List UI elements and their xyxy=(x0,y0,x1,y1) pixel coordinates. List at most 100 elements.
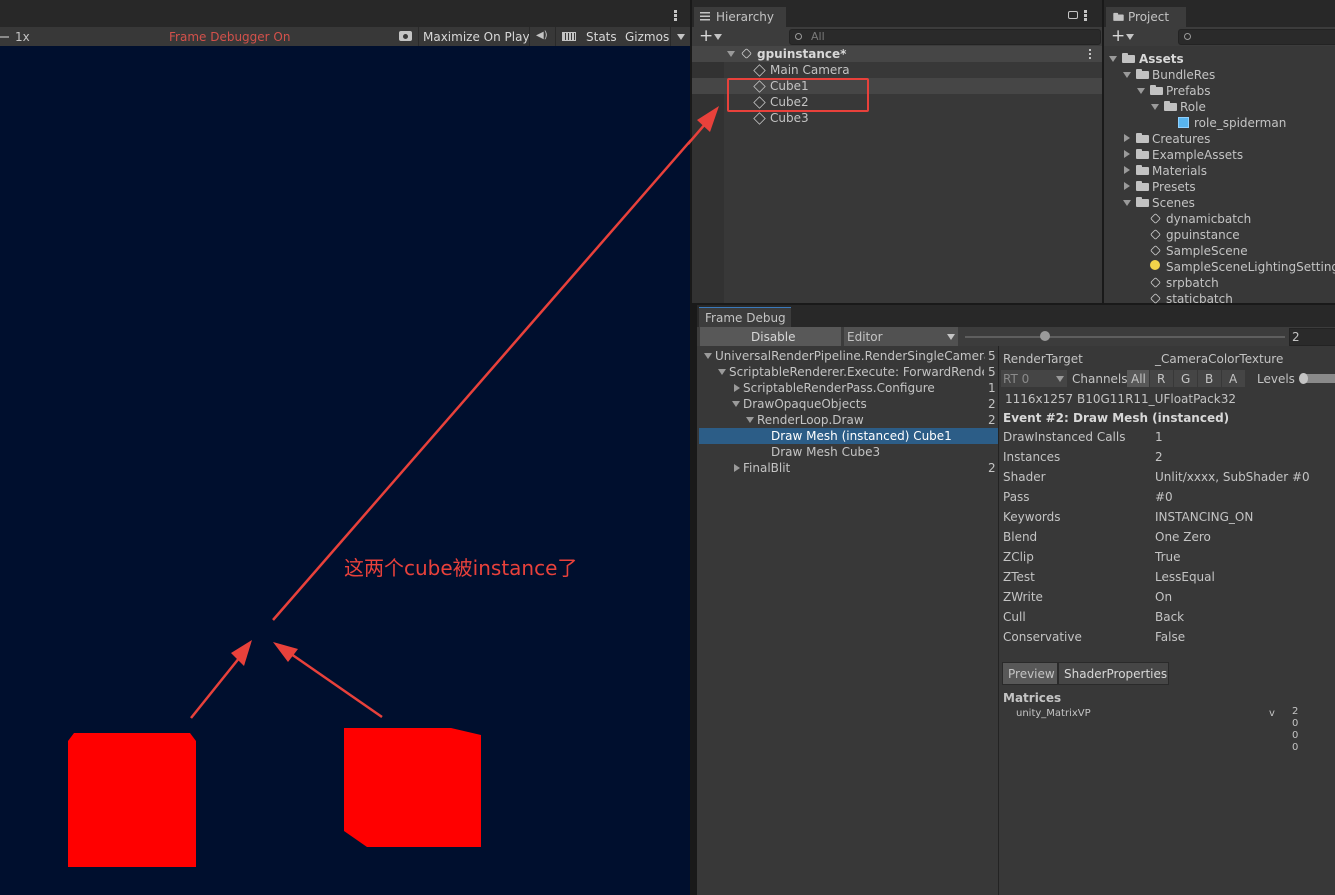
folder-icon xyxy=(1113,12,1124,21)
prop-value: LessEqual xyxy=(1155,570,1215,584)
expand-icon[interactable] xyxy=(1109,56,1117,62)
project-item-dynamicbatch[interactable]: dynamicbatch xyxy=(1166,211,1251,227)
project-item-gpuinstance[interactable]: gpuinstance xyxy=(1166,227,1240,243)
expand-icon[interactable] xyxy=(746,417,754,423)
collapse-icon[interactable] xyxy=(1124,134,1130,142)
event-number-field[interactable]: 2 xyxy=(1289,328,1335,346)
scene-name: gpuinstance* xyxy=(757,47,847,61)
shader-properties-tab[interactable]: ShaderProperties xyxy=(1058,662,1169,685)
add-plus-icon[interactable]: + xyxy=(699,27,713,45)
channel-all-toggle[interactable]: All xyxy=(1127,370,1149,387)
event-count: 5 xyxy=(988,349,996,363)
gizmos-toggle[interactable]: Gizmos xyxy=(625,29,669,45)
screenshot-camera-icon[interactable] xyxy=(399,31,412,41)
event-row[interactable]: ScriptableRenderPass.Configure 1 xyxy=(699,380,998,396)
folder-icon xyxy=(1136,197,1149,207)
collapse-icon[interactable] xyxy=(1124,182,1130,190)
hierarchy-item-main-camera[interactable]: Main Camera xyxy=(692,62,1102,78)
prop-value: False xyxy=(1155,630,1186,644)
channel-g-toggle[interactable]: G xyxy=(1174,370,1197,387)
project-item-prefabs[interactable]: Prefabs xyxy=(1166,83,1211,99)
expand-icon[interactable] xyxy=(1123,72,1131,78)
collapse-icon[interactable] xyxy=(734,384,740,392)
hierarchy-more-icon[interactable] xyxy=(1084,10,1087,22)
game-viewport[interactable]: 这两个cube被instance了 xyxy=(0,46,690,895)
project-item-presets[interactable]: Presets xyxy=(1152,179,1196,195)
project-item-exampleassets[interactable]: ExampleAssets xyxy=(1152,147,1243,163)
gizmos-dropdown-icon[interactable] xyxy=(677,34,685,40)
event-slider-track[interactable] xyxy=(965,336,1285,338)
audio-mute-icon[interactable]: ◀) xyxy=(536,31,548,41)
scale-slider-track[interactable] xyxy=(0,36,9,38)
matrix-value: 0 xyxy=(1292,742,1299,753)
hierarchy-item-cube3[interactable]: Cube3 xyxy=(692,110,1102,126)
disable-button[interactable]: Disable xyxy=(700,327,841,346)
prop-value: INSTANCING_ON xyxy=(1155,510,1254,524)
project-item-materials[interactable]: Materials xyxy=(1152,163,1207,179)
lightbulb-icon xyxy=(1150,260,1160,270)
project-item-lightingsettings[interactable]: SampleSceneLightingSettings xyxy=(1166,259,1335,275)
event-row-selected[interactable]: Draw Mesh (instanced) Cube1 xyxy=(699,428,998,444)
scene-more-icon[interactable] xyxy=(1089,49,1091,59)
project-add-plus-icon[interactable]: + xyxy=(1111,27,1125,45)
arrow-right xyxy=(280,645,383,719)
expand-icon[interactable] xyxy=(718,369,726,375)
project-tab[interactable]: Project xyxy=(1106,7,1186,27)
maximize-on-play-toggle[interactable]: Maximize On Play xyxy=(423,29,530,45)
event-row[interactable]: ScriptableRenderer.Execute: ForwardRende… xyxy=(699,364,998,380)
annotation-text: 这两个cube被instance了 xyxy=(344,556,578,580)
more-options-icon[interactable] xyxy=(674,10,677,22)
hierarchy-tab[interactable]: Hierarchy xyxy=(694,7,786,27)
expand-icon[interactable] xyxy=(1123,200,1131,206)
project-item-bundleres[interactable]: BundleRes xyxy=(1152,67,1215,83)
project-add-dropdown-icon[interactable] xyxy=(1126,34,1134,40)
event-row[interactable]: UniversalRenderPipeline.RenderSingleCame… xyxy=(699,348,998,364)
collapse-icon[interactable] xyxy=(734,464,740,472)
rt-dropdown[interactable]: RT 0 xyxy=(1001,370,1067,387)
event-row[interactable]: Draw Mesh Cube3 xyxy=(699,444,998,460)
channel-r-toggle[interactable]: R xyxy=(1150,370,1173,387)
event-slider-thumb[interactable] xyxy=(1040,331,1050,341)
expand-icon[interactable] xyxy=(704,353,712,359)
project-panel: Project + Assets BundleRes Prefabs Role … xyxy=(1104,0,1335,306)
project-item-assets[interactable]: Assets xyxy=(1139,51,1184,67)
hierarchy-search-field[interactable]: All xyxy=(789,29,1101,45)
project-search-field[interactable] xyxy=(1178,29,1335,45)
keyboard-icon[interactable] xyxy=(562,32,576,41)
project-item-srpbatch[interactable]: srpbatch xyxy=(1166,275,1219,291)
dropdown-arrow-icon xyxy=(1056,376,1064,382)
stats-toggle[interactable]: Stats xyxy=(586,29,617,45)
collapse-icon[interactable] xyxy=(1124,166,1130,174)
arrow-to-hierarchy xyxy=(272,139,690,621)
frame-debug-tab[interactable]: Frame Debug xyxy=(699,307,791,328)
target-dropdown[interactable]: Editor xyxy=(844,327,958,346)
event-row[interactable]: RenderLoop.Draw 2 xyxy=(699,412,998,428)
add-dropdown-icon[interactable] xyxy=(714,34,722,40)
prop-key: ZWrite xyxy=(1003,590,1043,604)
folder-icon xyxy=(1136,69,1149,79)
event-count: 2 xyxy=(988,413,996,427)
project-item-role-spiderman[interactable]: role_spiderman xyxy=(1194,115,1286,131)
scene-header-row[interactable]: gpuinstance* xyxy=(692,46,1102,62)
channel-a-toggle[interactable]: A xyxy=(1222,370,1245,387)
event-row[interactable]: DrawOpaqueObjects 2 xyxy=(699,396,998,412)
expand-icon[interactable] xyxy=(1137,88,1145,94)
hierarchy-toolbar: + All xyxy=(692,27,1102,46)
preview-tab[interactable]: Preview xyxy=(1002,662,1058,685)
event-label: UniversalRenderPipeline.RenderSingleCame… xyxy=(715,349,985,363)
project-item-role[interactable]: Role xyxy=(1180,99,1206,115)
folder-icon xyxy=(1136,181,1149,191)
levels-slider[interactable] xyxy=(1299,373,1335,384)
lock-icon[interactable] xyxy=(1068,11,1078,19)
expand-icon[interactable] xyxy=(1151,104,1159,110)
frame-debug-tab-label: Frame Debug xyxy=(705,311,786,325)
project-item-scenes[interactable]: Scenes xyxy=(1152,195,1195,211)
project-item-samplescene[interactable]: SampleScene xyxy=(1166,243,1248,259)
channel-b-toggle[interactable]: B xyxy=(1198,370,1221,387)
scene-expand-icon[interactable] xyxy=(727,51,735,57)
matrix-value: 2 xyxy=(1292,706,1299,717)
expand-icon[interactable] xyxy=(732,401,740,407)
event-row[interactable]: FinalBlit 2 xyxy=(699,460,998,476)
project-item-creatures[interactable]: Creatures xyxy=(1152,131,1210,147)
collapse-icon[interactable] xyxy=(1124,150,1130,158)
